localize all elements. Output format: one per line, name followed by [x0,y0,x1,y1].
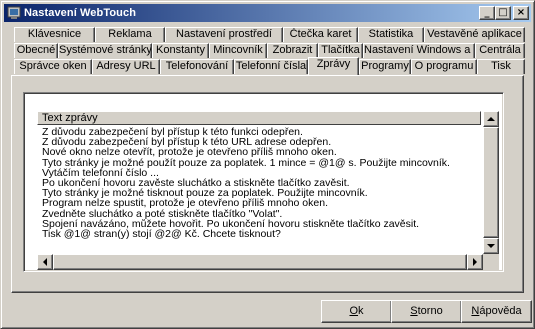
arrow-right-icon [473,258,477,266]
list-item[interactable]: Z důvodu zabezpečení byl přístup k této … [38,137,482,147]
arrow-up-icon [487,117,495,121]
scrollbar-corner [483,254,499,270]
window-title: Nastavení WebTouch [24,7,137,19]
tab-telefonni-cisla[interactable]: Telefonní čísla [234,59,308,74]
tab-zpravy[interactable]: Zprávy [308,57,359,75]
list-item[interactable]: Program nelze spustit, protože je otevře… [38,198,482,208]
help-label-rest: ápověda [479,305,522,317]
arrow-left-icon [43,258,47,266]
scroll-left-button[interactable] [37,254,53,270]
message-rows: Z důvodu zabezpečení byl přístup k této … [38,127,482,239]
tab-systemove-stranky[interactable]: Systémové stránky [58,43,152,58]
arrow-down-icon [487,244,495,248]
horizontal-scroll-thumb[interactable] [53,254,467,270]
close-icon: × [516,7,526,18]
cancel-label-rest: torno [417,305,443,317]
tab-programy[interactable]: Programy [359,59,411,74]
list-item[interactable]: Tyto stránky je možné tisknout pouze za … [38,188,482,198]
tab-spravce-oken[interactable]: Správce oken [14,59,92,74]
list-item[interactable]: Nové okno nelze otevřít, protože je otev… [38,147,482,157]
column-header-text-zpravy[interactable]: Text zprávy [37,111,481,125]
tab-vestavene-aplikace[interactable]: Vestavěné aplikace [424,27,525,42]
maximize-icon: □ [498,7,508,18]
maximize-button[interactable]: □ [495,6,511,20]
ok-label-rest: k [358,305,364,317]
minimize-icon: _ [484,7,490,18]
tab-ctecka-karet[interactable]: Čtečka karet [283,27,358,42]
help-button[interactable]: Nápověda [461,300,532,323]
list-item[interactable]: Spojení navázáno, můžete hovořit. Po uko… [38,219,482,229]
settings-window: Nastavení WebTouch _ □ × Klávesnice Rekl… [0,0,535,329]
tab-o-programu[interactable]: O programu [411,59,477,74]
tab-telefonovani[interactable]: Telefonování [160,59,234,74]
cancel-hotkey: S [410,305,418,317]
list-item[interactable]: Vytáčím telefonní číslo ... [38,168,482,178]
tab-klavesnice[interactable]: Klávesnice [14,27,95,42]
ok-button[interactable]: Ok [321,300,392,323]
tab-statistika[interactable]: Statistika [358,27,424,42]
list-item[interactable]: Po ukončení hovoru zavěste sluchátko a s… [38,178,482,188]
tab-nastaveni-windows[interactable]: Nastavení Windows a IE [363,43,475,58]
tab-zobrazit[interactable]: Zobrazit [267,43,318,58]
ok-hotkey: O [349,305,359,317]
horizontal-scrollbar[interactable] [37,254,483,270]
tab-centrala[interactable]: Centrála [475,43,525,58]
list-item[interactable]: Zvedněte sluchátko a poté stiskněte tlač… [38,209,482,219]
list-item[interactable]: Z důvodu zabezpečení byl přístup k této … [38,127,482,137]
tab-nastaveni-prostredi[interactable]: Nastavení prostředí [165,27,283,42]
tab-mincovnik[interactable]: Mincovník [209,43,267,58]
cancel-button[interactable]: Storno [391,300,462,323]
tab-reklama[interactable]: Reklama [95,27,165,42]
vertical-scroll-thumb[interactable] [483,127,499,238]
scroll-down-button[interactable] [483,238,499,254]
vertical-scrollbar[interactable] [483,111,499,254]
messages-listview[interactable]: Text zprávy Z důvodu zabezpečení byl pří… [23,92,504,272]
tab-konstanty[interactable]: Konstanty [152,43,209,58]
close-button[interactable]: × [513,6,529,20]
tab-adresy-url[interactable]: Adresy URL [92,59,160,74]
scroll-up-button[interactable] [483,111,499,127]
tab-tisk[interactable]: Tisk [477,59,525,74]
list-item[interactable]: Tisk @1@ stran(y) stojí @2@ Kč. Chcete t… [38,229,482,239]
app-icon [7,6,21,19]
title-bar[interactable]: Nastavení WebTouch _ □ × [4,4,531,22]
minimize-button[interactable]: _ [479,6,495,20]
scroll-right-button[interactable] [467,254,483,270]
list-item[interactable]: Tyto stránky je možné použít pouze za po… [38,158,482,168]
tab-tlacitka[interactable]: Tlačítka [318,43,363,58]
tab-obecne[interactable]: Obecné [14,43,58,58]
